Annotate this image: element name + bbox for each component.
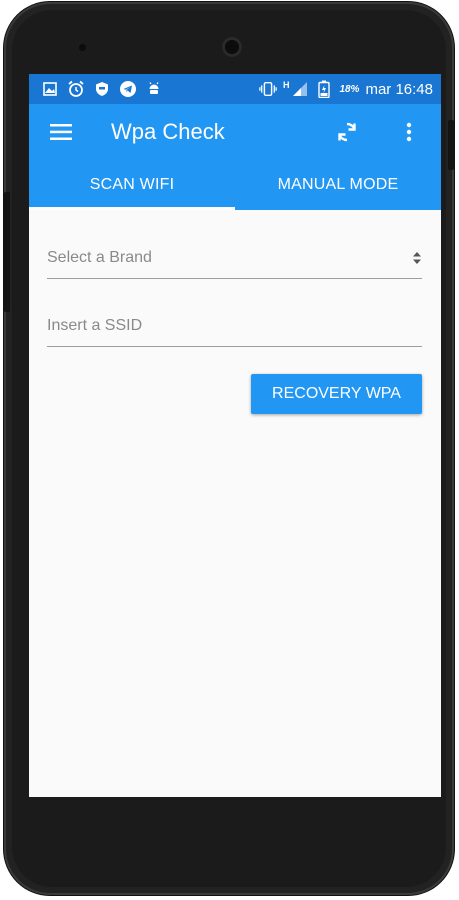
manual-mode-form: Select a Brand Insert a SSID RECOVERY WP… bbox=[29, 210, 441, 797]
phone-frame: H 18% mar 16:48 Wpa Check SCAN WIFI MANU… bbox=[4, 2, 454, 895]
signal-icon bbox=[291, 80, 309, 98]
screen: H 18% mar 16:48 Wpa Check SCAN WIFI MANU… bbox=[29, 74, 441, 797]
battery-percent: 18% bbox=[339, 83, 360, 95]
brand-select[interactable]: Select a Brand bbox=[47, 238, 422, 279]
app-title: Wpa Check bbox=[111, 119, 225, 144]
android-icon bbox=[145, 80, 163, 98]
more-vert-icon[interactable] bbox=[393, 116, 425, 148]
network-type: H bbox=[282, 80, 290, 90]
power-button bbox=[448, 120, 454, 170]
volume-button bbox=[4, 192, 10, 312]
vibrate-icon bbox=[259, 80, 277, 98]
proximity-sensor bbox=[79, 44, 86, 51]
app-bar: Wpa Check bbox=[29, 104, 441, 160]
tab-scan-wifi[interactable]: SCAN WIFI bbox=[29, 160, 235, 210]
telegram-icon bbox=[119, 80, 137, 98]
recovery-wpa-button[interactable]: RECOVERY WPA bbox=[251, 374, 422, 414]
status-bar: H 18% mar 16:48 bbox=[29, 74, 441, 104]
status-right: H 18% mar 16:48 bbox=[259, 80, 433, 98]
app-bar-actions bbox=[331, 116, 425, 148]
tab-manual-mode[interactable]: MANUAL MODE bbox=[235, 160, 441, 210]
front-camera bbox=[222, 37, 242, 57]
menu-icon[interactable] bbox=[49, 120, 73, 144]
battery-icon bbox=[315, 80, 333, 98]
notification-icons bbox=[41, 80, 163, 98]
image-icon bbox=[41, 80, 59, 98]
ssid-placeholder: Insert a SSID bbox=[47, 317, 143, 334]
shield-icon bbox=[93, 80, 111, 98]
alarm-icon bbox=[67, 80, 85, 98]
ssid-input[interactable]: Insert a SSID bbox=[47, 306, 422, 347]
refresh-icon[interactable] bbox=[331, 116, 363, 148]
dropdown-arrows-icon bbox=[412, 251, 422, 265]
status-date-time: mar 16:48 bbox=[365, 80, 433, 98]
tab-bar: SCAN WIFI MANUAL MODE bbox=[29, 160, 441, 210]
brand-select-placeholder: Select a Brand bbox=[47, 249, 152, 266]
